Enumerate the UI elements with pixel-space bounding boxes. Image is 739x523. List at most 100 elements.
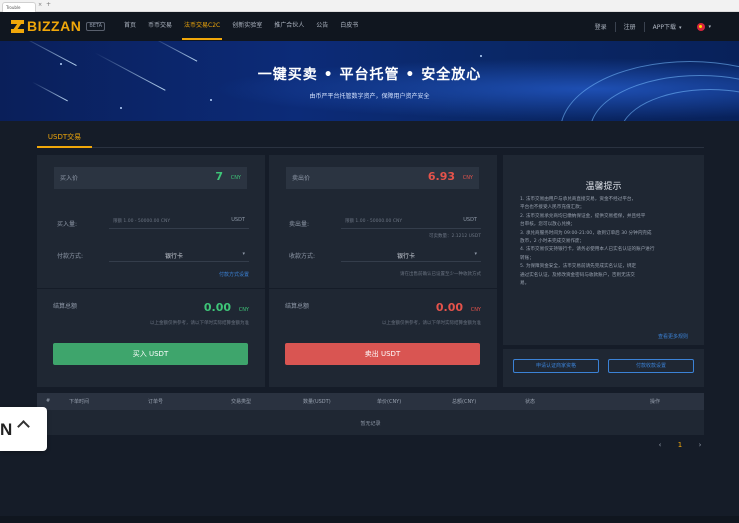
sell-price-currency: CNY	[462, 175, 473, 181]
pagination: ‹ 1 ›	[650, 441, 710, 449]
nav-link-c2c[interactable]: 法币交易C2C	[178, 12, 226, 41]
nav-link-announcement[interactable]: 公告	[310, 12, 334, 41]
banner-title: 一键买卖 • 平台托管 • 安全放心	[257, 67, 482, 83]
floating-widget-label: N	[0, 420, 13, 439]
tip-line: 平台也不接受人民币充值汇款；	[520, 205, 585, 211]
tips-title: 温馨提示	[585, 182, 622, 192]
th-price: 单价(CNY)	[377, 399, 402, 405]
buy-amount-unit: USDT	[231, 217, 245, 223]
buy-panel: 买入价 7 CNY 买入量: 限额 1.00 - 50000.00 CNY US…	[37, 155, 265, 387]
sell-amount-unit: USDT	[463, 217, 477, 223]
tip-line: 4. 法币交易仅支持银行卡，请务必使用本人已实名认证的账户进行	[520, 247, 655, 253]
nav-right: 登录 注册 APP下载 ▾ ▾	[587, 12, 711, 41]
nav-link-home[interactable]: 首页	[118, 12, 142, 41]
sell-total-value: 0.00	[435, 301, 463, 314]
close-tab-icon[interactable]: ×	[38, 2, 42, 8]
tab-usdt[interactable]: USDT交易	[37, 128, 92, 148]
th-index: #	[46, 398, 51, 404]
nav-link-lab[interactable]: 创新实验室	[226, 12, 268, 41]
logo-text: BIZZAN	[27, 18, 82, 34]
chevron-up-icon[interactable]	[17, 420, 30, 433]
prev-page-icon[interactable]: ‹	[650, 441, 670, 449]
buy-pay-select[interactable]: 银行卡 ▾	[109, 248, 249, 262]
sell-pay-label: 收款方式:	[289, 253, 316, 260]
app-window: BIZZAN BETA 首页 币币交易 法币交易C2C 创新实验室 推广合伙人 …	[0, 12, 739, 523]
sell-amount-label: 卖出量:	[289, 221, 310, 228]
buy-amount-label: 买入量:	[57, 221, 78, 228]
tip-line: 通过实名认证，及修改资金密码与收款账户，否则无法交	[520, 272, 635, 278]
th-action: 操作	[650, 399, 661, 405]
sell-price-label: 卖出价	[292, 175, 311, 182]
sell-panel: 卖出价 6.93 CNY 卖出量: 限额 1.00 - 50000.00 CNY…	[269, 155, 497, 387]
nav-link-whitepaper[interactable]: 白皮书	[334, 12, 364, 41]
table-header: # 下单时间 订单号 交易类型 数量(USDT) 单价(CNY) 总额(CNY)…	[37, 393, 704, 410]
hero-banner: 一键买卖 • 平台托管 • 安全放心 由币严平台托管数字资产，保障用户资产安全	[0, 41, 739, 121]
beta-badge: BETA	[86, 21, 106, 31]
sell-pay-value: 银行卡	[397, 253, 416, 260]
merchant-links-panel: 申请认证商家资格 付款收款设置	[503, 349, 704, 387]
star-dot	[120, 107, 122, 109]
banner-subtitle: 由币严平台托管数字资产，保障用户资产安全	[309, 93, 430, 100]
tip-line: 放币，2 小时未完成交易作废；	[520, 239, 585, 245]
buy-price-value: 7	[215, 170, 223, 183]
payment-settings-link[interactable]: 付款方式设置	[219, 271, 249, 278]
app-download-button[interactable]: APP下载 ▾	[645, 22, 690, 31]
buy-total-note: 以上金额仅供参考，请以下单时实际结算金额为准	[150, 321, 249, 326]
buy-total-value: 0.00	[203, 301, 231, 314]
nav-link-exchange[interactable]: 币币交易	[142, 12, 178, 41]
tip-line: 台审核，您可以放心兑换；	[520, 222, 576, 228]
tip-line: 易。	[520, 281, 530, 287]
sell-available-note: 可卖数量：2.1212 USDT	[428, 234, 481, 239]
chevron-down-icon: ▾	[474, 251, 477, 257]
browser-tab-strip: Trouble × +	[0, 0, 739, 12]
sell-total-label: 结算总额	[285, 303, 310, 310]
login-link[interactable]: 登录	[587, 22, 615, 31]
th-order-no: 订单号	[148, 399, 164, 405]
footer-bar	[0, 516, 739, 523]
tip-line: 5. 为保障资金安全，法币交易前请先完成实名认证，绑定	[520, 264, 637, 270]
sell-usdt-button[interactable]: 卖出 USDT	[285, 343, 480, 365]
sell-amount-placeholder: 限额 1.00 - 50000.00 CNY	[345, 219, 403, 224]
tip-line: 转账；	[520, 255, 534, 261]
th-total: 总额(CNY)	[452, 399, 477, 405]
buy-usdt-button[interactable]: 买入 USDT	[53, 343, 248, 365]
floating-widget[interactable]: N	[0, 407, 47, 451]
new-tab-icon[interactable]: +	[46, 1, 51, 8]
sell-total-note: 以上金额仅供参考，请以下单时实际结算金额为准	[382, 321, 481, 326]
app-download-label: APP下载	[652, 24, 676, 31]
th-status: 状态	[525, 399, 536, 405]
sell-amount-input[interactable]: 限额 1.00 - 50000.00 CNY USDT	[341, 213, 481, 229]
shooting-star	[23, 41, 77, 67]
chevron-down-icon: ▾	[242, 251, 245, 257]
buy-price-row: 买入价 7 CNY	[54, 167, 247, 189]
th-time: 下单时间	[69, 399, 90, 405]
buy-pay-value: 银行卡	[165, 253, 184, 260]
buy-total-currency: CNY	[238, 307, 249, 313]
browser-tab[interactable]: Trouble	[2, 2, 36, 12]
page-number[interactable]: 1	[670, 441, 690, 449]
language-flag-icon[interactable]	[697, 22, 706, 31]
panel-divider	[37, 288, 265, 289]
sell-price-value: 6.93	[427, 170, 455, 183]
register-link[interactable]: 注册	[616, 22, 644, 31]
tips-panel: 温馨提示 1. 法币交易由用户与承兑商直接交易，资金不经过平台， 平台也不接受人…	[503, 155, 704, 345]
browser-tab-label: Trouble	[6, 5, 21, 10]
tip-line: 3. 承兑商服务时间为 09:00-21:00，收到订单后 30 分钟内完成	[520, 230, 652, 236]
buy-amount-input[interactable]: 限额 1.00 - 50000.00 CNY USDT	[109, 213, 249, 229]
payment-settings-button[interactable]: 付款收款设置	[608, 359, 694, 373]
shooting-star	[152, 41, 198, 62]
trade-tabs: USDT交易	[37, 128, 704, 148]
next-page-icon[interactable]: ›	[690, 441, 710, 449]
logo[interactable]: BIZZAN BETA	[11, 18, 106, 34]
empty-state: 暂无记录	[360, 421, 381, 427]
tip-line: 2. 法币交易承兑商均已缴纳保证金，提供交易担保，并且经平	[520, 213, 646, 219]
buy-price-label: 买入价	[60, 175, 79, 182]
nav-link-partner[interactable]: 推广合伙人	[268, 12, 310, 41]
sell-pay-select[interactable]: 银行卡 ▾	[341, 248, 481, 262]
sell-total-currency: CNY	[470, 307, 481, 313]
more-rules-link[interactable]: 查看更多规则	[658, 333, 688, 340]
become-merchant-button[interactable]: 申请认证商家资格	[513, 359, 599, 373]
star-dot	[480, 55, 482, 57]
orders-table: # 下单时间 订单号 交易类型 数量(USDT) 单价(CNY) 总额(CNY)…	[37, 393, 704, 435]
chevron-down-icon[interactable]: ▾	[708, 24, 711, 30]
